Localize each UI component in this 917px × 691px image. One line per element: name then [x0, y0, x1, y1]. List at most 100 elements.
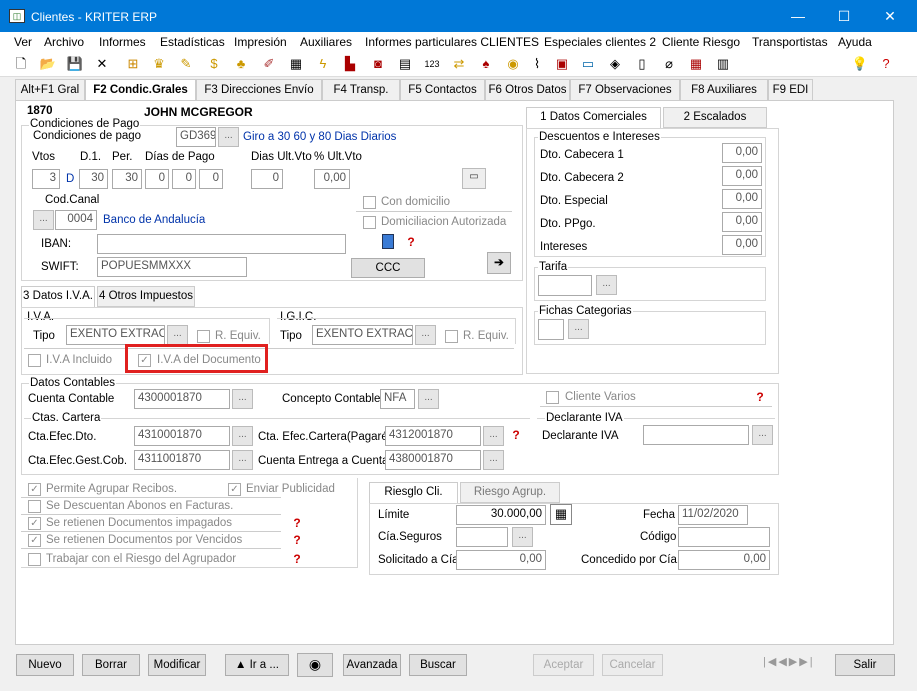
condiciones-pago-code[interactable]: GD369 [176, 127, 216, 147]
bell-icon[interactable]: ♣ [232, 55, 250, 73]
menu-informes-particulares[interactable]: Informes particulares CLIENTES [365, 35, 539, 49]
concepto-contable-field[interactable]: NFA [380, 389, 415, 409]
canal-code[interactable]: 0004 [55, 210, 97, 230]
limite-field[interactable]: 30.000,00 [456, 505, 546, 525]
arrow-right-button[interactable]: ➔ [487, 252, 511, 274]
cancelar-button[interactable]: Cancelar [602, 654, 663, 676]
menu-auxiliares[interactable]: Auxiliares [300, 35, 352, 49]
vtos-field[interactable]: 3 [32, 169, 60, 189]
avanzada-button[interactable]: Avanzada [343, 654, 401, 676]
menu-archivo[interactable]: Archivo [44, 35, 84, 49]
cliente-varios-checkbox[interactable] [546, 391, 559, 404]
tarifa-lookup[interactable]: ... [596, 275, 617, 295]
modificar-button[interactable]: Modificar [148, 654, 206, 676]
camera-icon[interactable]: ◙ [369, 55, 387, 73]
calendar-list-icon[interactable]: ▭ [462, 168, 486, 189]
entrega-cuenta-field[interactable]: 4380001870 [385, 450, 481, 470]
tab-datos-iva[interactable]: 3 Datos I.V.A. [21, 286, 95, 307]
attach-icon[interactable]: ⌀ [660, 55, 678, 73]
window-icon[interactable]: ▭ [579, 55, 597, 73]
abonos-checkbox[interactable] [28, 500, 41, 513]
maximize-button[interactable]: ☐ [821, 0, 867, 32]
help-icon[interactable]: ? [289, 516, 305, 530]
pen-icon[interactable]: ✎ [177, 55, 195, 73]
hat-icon[interactable]: ♠ [477, 55, 495, 73]
cuenta-contable-lookup[interactable]: ... [232, 389, 253, 409]
tab-otros-impuestos[interactable]: 4 Otros Impuestos [97, 286, 195, 307]
menu-transportistas[interactable]: Transportistas [752, 35, 828, 49]
dia-pago-3[interactable]: 0 [199, 169, 223, 189]
declarante-field[interactable] [643, 425, 749, 445]
dollar-icon[interactable]: $ [205, 55, 223, 73]
arrows-icon[interactable]: ⇄ [450, 55, 468, 73]
iva-incluido-checkbox[interactable] [28, 354, 41, 367]
dto-cab1-field[interactable]: 0,00 [722, 143, 762, 163]
globe-icon[interactable]: ◉ [297, 653, 333, 677]
efec-cartera-lookup[interactable]: ... [483, 426, 504, 446]
tab-riesgo-cli[interactable]: Riesglo Cli. [369, 482, 458, 503]
iva-tipo-lookup[interactable]: ... [167, 325, 188, 345]
efec-gest-lookup[interactable]: ... [232, 450, 253, 470]
menu-ayuda[interactable]: Ayuda [838, 35, 872, 49]
bar-chart-icon[interactable]: ▙ [341, 55, 359, 73]
fichas-lookup[interactable]: ... [568, 319, 589, 339]
canal-lookup[interactable]: ... [33, 210, 54, 230]
tab-direcciones-envio[interactable]: F3 Direcciones Envío [196, 79, 322, 101]
menu-impresion[interactable]: Impresión [234, 35, 287, 49]
declarante-lookup[interactable]: ... [752, 425, 773, 445]
cuenta-contable-field[interactable]: 4300001870 [134, 389, 230, 409]
close-button[interactable]: ✕ [867, 0, 913, 32]
enviar-publicidad-checkbox[interactable]: ✓ [228, 483, 241, 496]
efec-gest-field[interactable]: 4311001870 [134, 450, 230, 470]
disc-icon[interactable]: ◉ [504, 55, 522, 73]
cia-seguros-lookup[interactable]: ... [512, 527, 533, 547]
grid-icon[interactable]: ▦ [550, 504, 572, 525]
dto-cab2-field[interactable]: 0,00 [722, 166, 762, 186]
lightning-icon[interactable]: ϟ [314, 55, 332, 73]
per-field[interactable]: 30 [112, 169, 142, 189]
tag-icon[interactable]: ◈ [606, 55, 624, 73]
barcode-icon[interactable]: ▥ [714, 55, 732, 73]
book-icon[interactable] [382, 234, 394, 249]
help-icon[interactable]: ? [289, 533, 305, 547]
buscar-button[interactable]: Buscar [409, 654, 467, 676]
tab-auxiliares[interactable]: F8 Auxiliares [680, 79, 768, 101]
paperclip-icon[interactable]: ⌇ [528, 55, 546, 73]
concepto-contable-lookup[interactable]: ... [418, 389, 439, 409]
impagados-checkbox[interactable]: ✓ [28, 517, 41, 530]
note-icon[interactable]: ▯ [633, 55, 651, 73]
help-icon[interactable]: ? [508, 428, 524, 442]
dia-pago-1[interactable]: 0 [145, 169, 169, 189]
tab-contactos[interactable]: F5 Contactos [400, 79, 485, 101]
iva-documento-checkbox[interactable]: ✓ [138, 354, 151, 367]
efec-dto-lookup[interactable]: ... [232, 426, 253, 446]
help-icon[interactable]: ? [403, 235, 419, 249]
counter-icon[interactable]: 123 [423, 55, 441, 73]
tree-icon[interactable]: ⊞ [124, 55, 142, 73]
save-icon[interactable]: 💾 [66, 55, 84, 73]
codigo-field[interactable] [678, 527, 770, 547]
dto-especial-field[interactable]: 0,00 [722, 189, 762, 209]
vencidos-checkbox[interactable]: ✓ [28, 534, 41, 547]
calendar-icon[interactable]: ▦ [687, 55, 705, 73]
tab-edi[interactable]: F9 EDI [768, 79, 813, 101]
dias-ult-vto-field[interactable]: 0 [251, 169, 283, 189]
tab-transp[interactable]: F4 Transp. [322, 79, 400, 101]
iban-field[interactable] [97, 234, 346, 254]
new-icon[interactable]: 🗋 [12, 55, 30, 73]
swift-field[interactable]: POPUESMMXXX [97, 257, 247, 277]
trophy-icon[interactable]: ♛ [150, 55, 168, 73]
tab-otros-datos[interactable]: F6 Otros Datos [485, 79, 570, 101]
delete-icon[interactable]: ✕ [93, 55, 111, 73]
document-icon[interactable]: ▣ [553, 55, 571, 73]
ccc-button[interactable]: CCC [351, 258, 425, 278]
menu-ver[interactable]: Ver [14, 35, 32, 49]
menu-estadisticas[interactable]: Estadísticas [160, 35, 225, 49]
fecha-field[interactable]: 11/02/2020 [678, 505, 748, 525]
fichas-field[interactable] [538, 319, 564, 340]
tab-observaciones[interactable]: F7 Observaciones [570, 79, 680, 101]
tab-datos-comerciales[interactable]: 1 Datos Comerciales [526, 107, 661, 128]
help-icon[interactable]: ? [752, 390, 768, 404]
grid-icon[interactable]: ▦ [287, 55, 305, 73]
menu-cliente-riesgo[interactable]: Cliente Riesgo [662, 35, 740, 49]
